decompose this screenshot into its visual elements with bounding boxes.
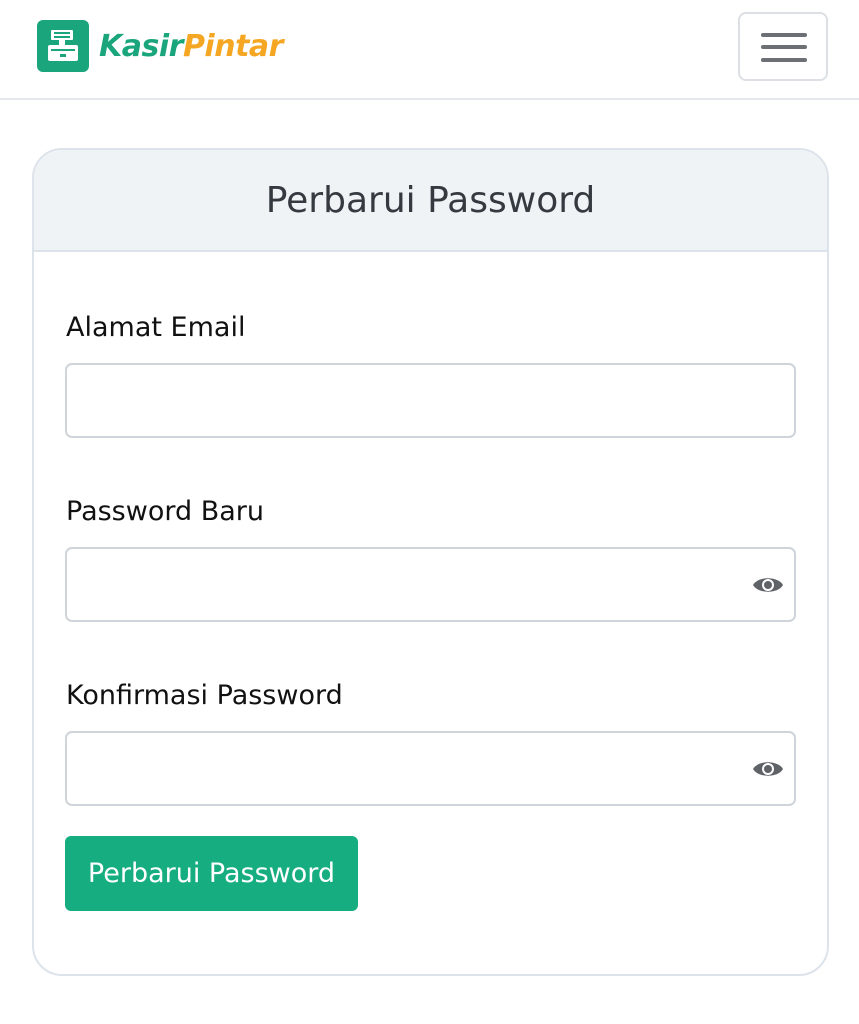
brand-name-pintar: Pintar [182,28,284,64]
email-label: Alamat Email [66,312,246,343]
hamburger-menu-icon-line [761,45,807,49]
navbar: KasirPintar [0,0,859,100]
new-password-label: Password Baru [66,496,264,527]
eye-icon[interactable] [752,574,784,596]
card-header: Perbarui Password [34,150,827,252]
card-title: Perbarui Password [265,179,596,221]
confirm-password-input[interactable] [65,731,796,806]
brand-logo-link[interactable]: KasirPintar [37,20,283,72]
update-password-button[interactable]: Perbarui Password [65,836,358,911]
cash-register-icon [37,20,89,72]
confirm-password-label: Konfirmasi Password [66,680,343,711]
new-password-input[interactable] [65,547,796,622]
brand-name-kasir: Kasir [99,28,183,64]
navbar-toggle-button[interactable] [738,12,828,81]
hamburger-menu-icon [761,33,807,37]
update-password-card: Perbarui Password Alamat Email Password … [32,148,829,976]
eye-icon[interactable] [752,758,784,780]
email-input[interactable] [65,363,796,438]
hamburger-menu-icon-line [761,58,807,62]
brand-name: KasirPintar [99,29,283,64]
